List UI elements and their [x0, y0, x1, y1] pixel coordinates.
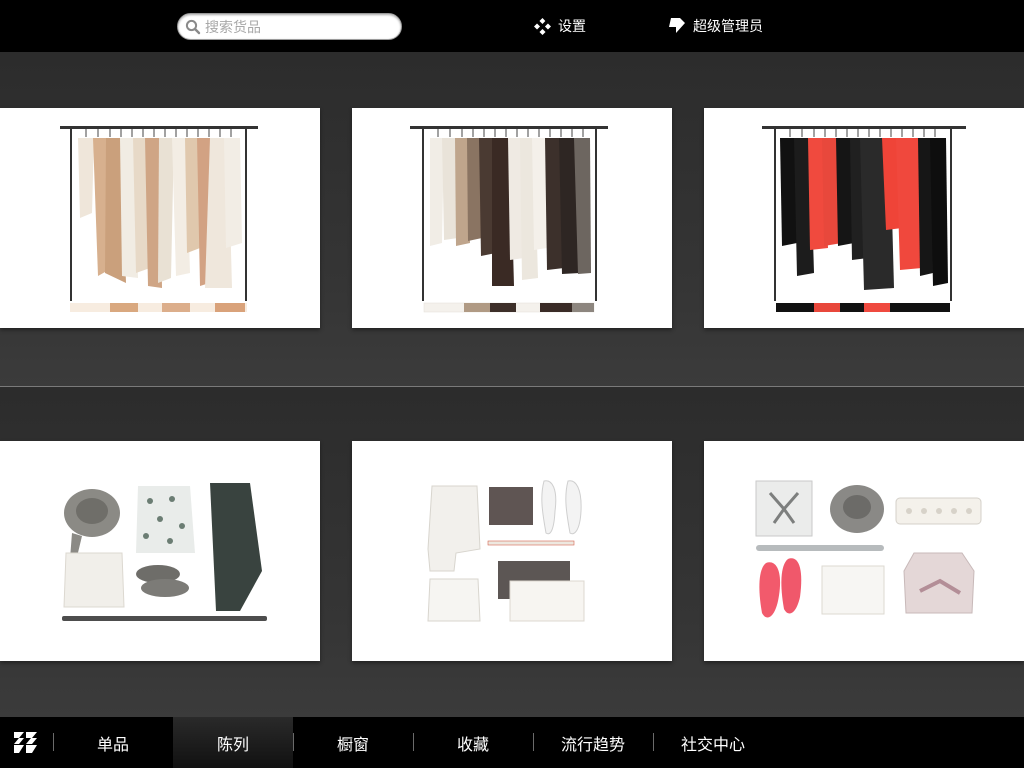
tab-window[interactable]: 橱窗 — [293, 717, 413, 768]
clothing-rack-black-coral-image — [762, 126, 966, 312]
tab-items-label: 单品 — [96, 736, 129, 754]
tab-items[interactable]: 单品 — [53, 717, 173, 768]
search-box[interactable] — [177, 13, 402, 40]
clothing-rack-beige-image — [60, 126, 258, 312]
tab-trends-label: 流行趋势 — [560, 736, 625, 754]
tab-favorites-label: 收藏 — [456, 736, 489, 754]
settings-label: 设置 — [558, 18, 586, 34]
display-card[interactable] — [352, 108, 672, 328]
app-logo-icon[interactable] — [13, 731, 38, 754]
tab-display[interactable]: 陈列 — [173, 717, 293, 768]
outfit-flatlay-white-image — [427, 480, 585, 622]
display-card[interactable] — [0, 108, 320, 328]
search-icon — [185, 19, 201, 35]
clothing-rack-neutral-image — [410, 126, 608, 313]
display-card[interactable] — [704, 441, 1024, 661]
search-input[interactable] — [205, 17, 395, 36]
display-card[interactable] — [704, 108, 1024, 328]
top-bar: 设置 超级管理员 — [0, 0, 1024, 52]
outfit-flatlay-grey-image — [62, 483, 267, 621]
display-card[interactable] — [0, 441, 320, 661]
tab-social-label: 社交中心 — [680, 736, 745, 754]
user-tag-icon — [669, 18, 685, 33]
gear-icon — [534, 17, 551, 35]
tab-social[interactable]: 社交中心 — [653, 717, 773, 768]
tab-display-label: 陈列 — [216, 736, 249, 754]
admin-button[interactable]: 超级管理员 — [668, 14, 763, 38]
settings-button[interactable]: 设置 — [534, 14, 586, 38]
tab-favorites[interactable]: 收藏 — [413, 717, 533, 768]
tab-window-label: 橱窗 — [336, 736, 369, 754]
display-card[interactable] — [352, 441, 672, 661]
admin-label: 超级管理员 — [693, 18, 763, 34]
tab-trends[interactable]: 流行趋势 — [533, 717, 653, 768]
outfit-flatlay-print-image — [755, 480, 982, 618]
